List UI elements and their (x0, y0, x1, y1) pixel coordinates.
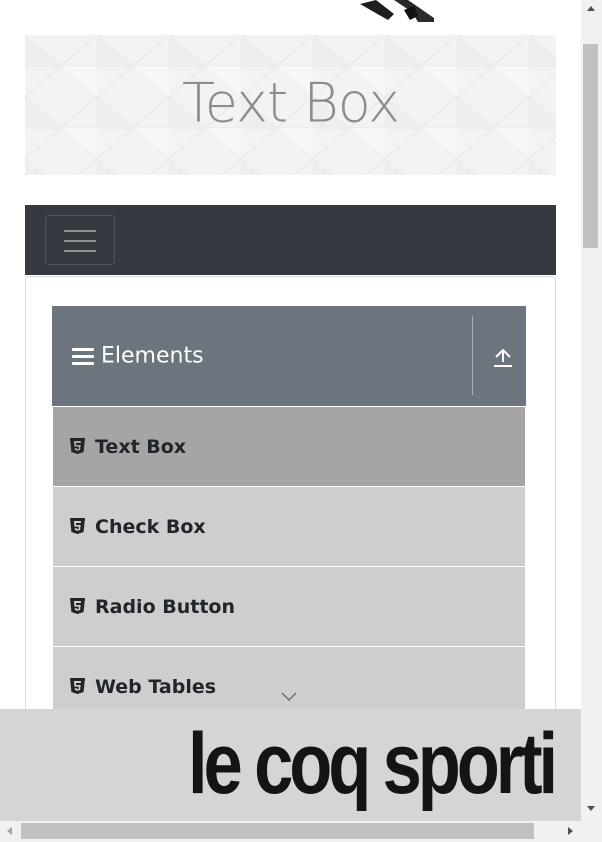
sidebar-item-label: Text Box (95, 436, 187, 458)
page-title: Text Box (181, 71, 400, 135)
scroll-right-icon[interactable] (568, 827, 573, 835)
sidebar-item-label: Web Tables (95, 676, 217, 698)
vertical-scrollbar[interactable] (581, 0, 602, 821)
navbar (25, 205, 556, 275)
scrollbar-corner (581, 821, 602, 842)
logo-fragment (360, 0, 434, 22)
sidebar-item-radio-button[interactable]: Radio Button (53, 567, 525, 646)
scroll-up-icon[interactable] (587, 6, 595, 11)
chevron-down-icon[interactable] (281, 692, 297, 702)
sidebar-item-check-box[interactable]: Check Box (53, 487, 525, 566)
vertical-scroll-thumb[interactable] (583, 44, 598, 248)
menu-icon (72, 348, 94, 366)
navbar-toggler-button[interactable] (45, 215, 115, 265)
html5-icon (70, 518, 85, 534)
horizontal-scrollbar[interactable] (0, 821, 581, 842)
horizontal-scroll-thumb[interactable] (21, 823, 534, 839)
scroll-down-icon[interactable] (587, 806, 595, 811)
elements-group-header[interactable]: Elements (52, 306, 526, 406)
html5-icon (70, 678, 85, 694)
ad-brand-text: le coq sporti (188, 716, 558, 812)
sidebar-item-label: Radio Button (95, 596, 235, 618)
scroll-left-icon[interactable] (7, 827, 12, 835)
sidebar-item-label: Check Box (95, 516, 206, 538)
header-divider (472, 316, 473, 395)
page-banner: Text Box (25, 35, 556, 175)
html5-icon (70, 438, 85, 454)
html5-icon (70, 598, 85, 614)
ad-banner[interactable]: le coq sporti (0, 709, 581, 821)
page: Text Box Elements Text Box Check Box Rad… (0, 0, 602, 842)
upload-arrow-icon[interactable] (492, 347, 514, 369)
group-title: Elements (101, 343, 204, 369)
sidebar-item-text-box[interactable]: Text Box (53, 407, 525, 486)
